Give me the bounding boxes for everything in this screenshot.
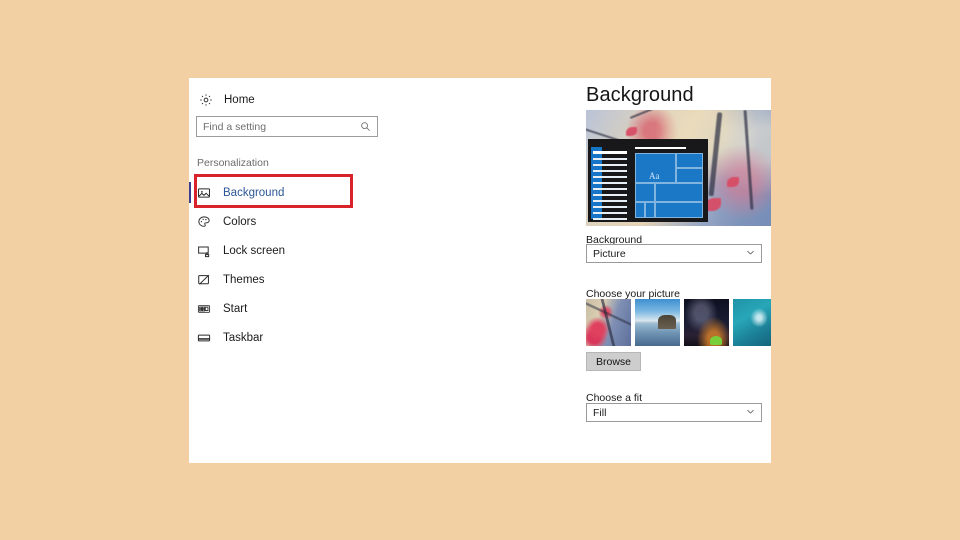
taskbar-icon	[197, 331, 211, 345]
sidebar-item-colors[interactable]: Colors	[189, 207, 398, 236]
page-title: Background	[586, 84, 694, 106]
thumbnail-night-sky-tent[interactable]	[684, 299, 729, 346]
sidebar-item-background[interactable]: Background	[189, 178, 398, 207]
preview-start-grouptitle	[635, 147, 686, 149]
picture-thumbnail-list	[586, 299, 771, 346]
sidebar-item-lock-screen[interactable]: Lock screen	[189, 236, 398, 265]
sidebar-item-themes-label: Themes	[223, 273, 265, 286]
background-type-dropdown[interactable]: Picture	[586, 244, 762, 263]
start-grid-icon	[197, 302, 211, 316]
main-content: Background Aa Background Picture Choose …	[398, 78, 771, 463]
sidebar-item-themes[interactable]: Themes	[189, 265, 398, 294]
palette-icon	[197, 215, 211, 229]
selection-accent-bar	[189, 182, 191, 203]
choose-fit-dropdown[interactable]: Fill	[586, 403, 762, 422]
preview-start-menu: Aa	[588, 139, 708, 222]
sidebar-item-start-label: Start	[223, 302, 248, 315]
preview-start-tiles: Aa	[635, 153, 703, 218]
sidebar-item-taskbar[interactable]: Taskbar	[189, 323, 398, 352]
picture-icon	[197, 186, 211, 200]
browse-button[interactable]: Browse	[586, 352, 641, 371]
chevron-down-icon[interactable]	[746, 407, 755, 419]
sidebar-item-background-label: Background	[223, 186, 285, 199]
sidebar-section-header: Personalization	[197, 157, 269, 169]
sidebar-item-taskbar-label: Taskbar	[223, 331, 264, 344]
choose-fit-value: Fill	[593, 406, 607, 419]
search-icon[interactable]	[360, 121, 371, 132]
desktop-preview: Aa	[586, 110, 771, 226]
sidebar-item-home[interactable]: Home	[199, 89, 255, 111]
sidebar-item-lock-screen-label: Lock screen	[223, 244, 286, 257]
chevron-down-icon[interactable]	[746, 248, 755, 260]
settings-window: Home Personalization	[189, 78, 771, 463]
thumbnail-beach-sea-stack[interactable]	[635, 299, 680, 346]
lockscreen-icon	[197, 244, 211, 258]
preview-tile-label: Aa	[649, 171, 660, 181]
preview-start-applist	[593, 151, 627, 224]
themes-icon	[197, 273, 211, 287]
sidebar-nav-list: Background Colors Lock screen Themes Sta…	[189, 178, 398, 352]
gear-icon	[199, 93, 213, 107]
background-type-value: Picture	[593, 247, 626, 260]
sidebar: Home Personalization	[189, 78, 398, 463]
sidebar-item-colors-label: Colors	[223, 215, 257, 228]
search-box[interactable]	[196, 116, 378, 137]
thumbnail-underwater-diver[interactable]	[733, 299, 771, 346]
sidebar-item-home-label: Home	[224, 94, 255, 106]
thumbnail-autumn-leaves[interactable]	[586, 299, 631, 346]
sidebar-item-start[interactable]: Start	[189, 294, 398, 323]
search-input[interactable]	[203, 120, 360, 133]
